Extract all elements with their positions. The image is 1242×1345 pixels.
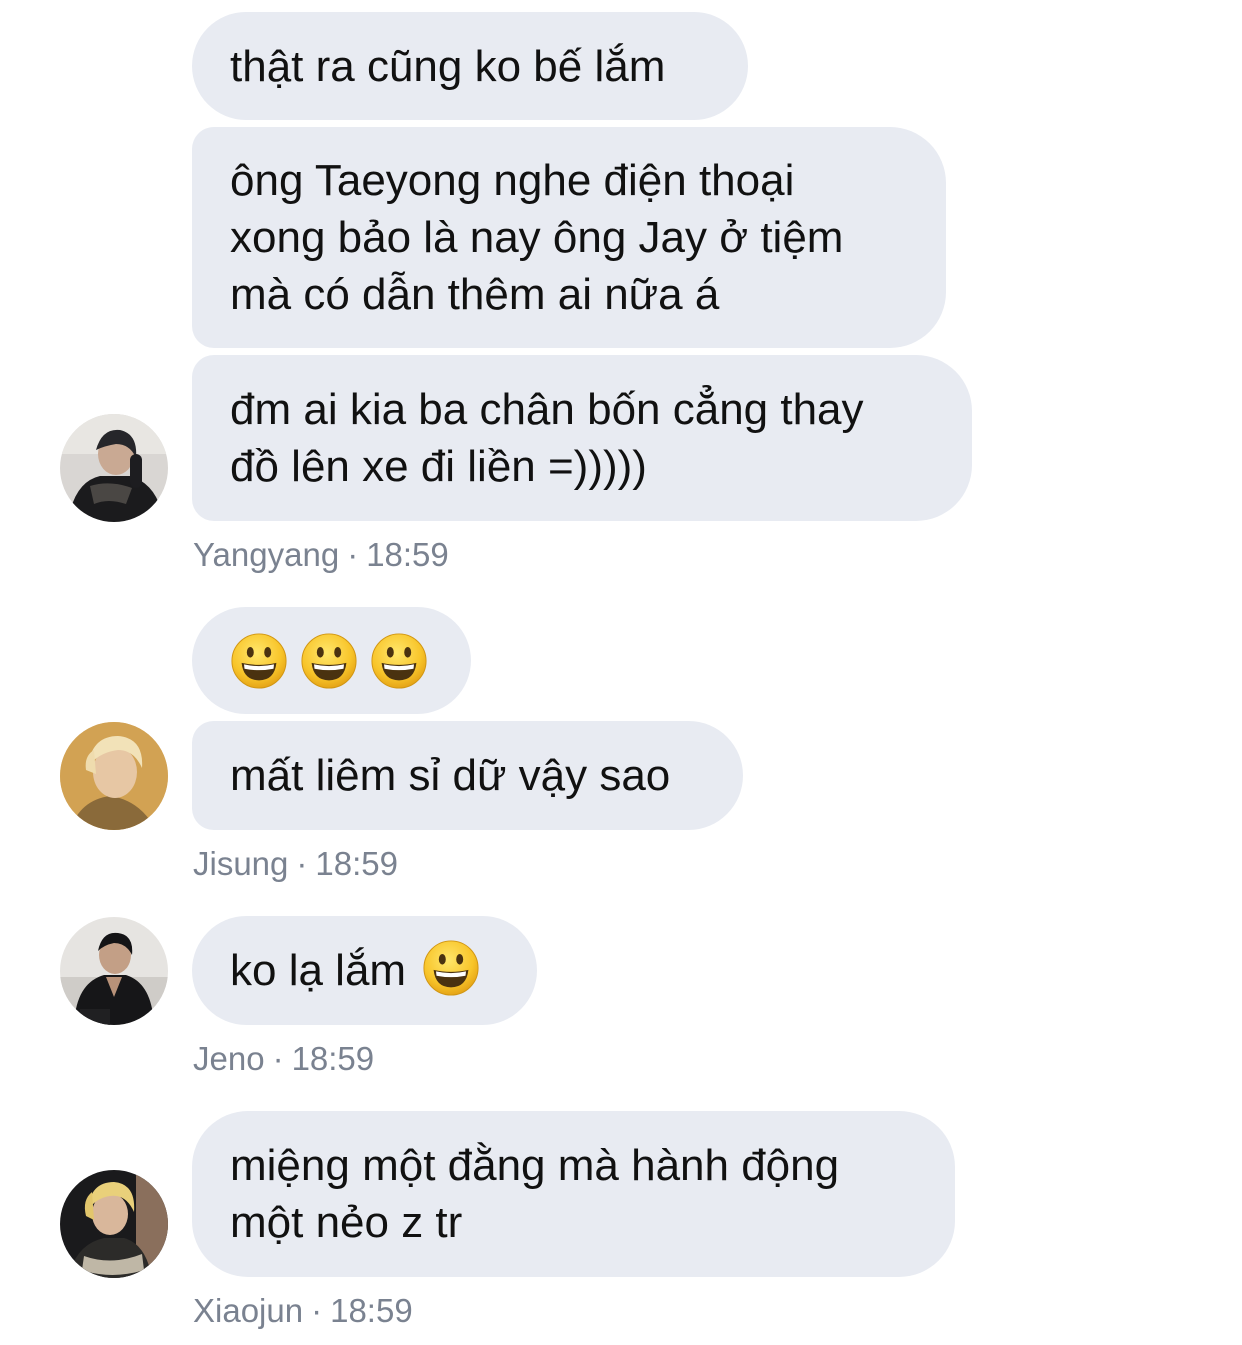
message-text: mà có dẫn thêm ai nữa á [230, 270, 720, 319]
sender-name: Jeno [193, 1040, 265, 1077]
meta-separator: · [311, 1292, 323, 1329]
grinning-face-emoji [300, 632, 358, 690]
message-text: đm ai kia ba chân bốn cẳng thay [230, 385, 864, 434]
sender-name: Jisung [193, 845, 289, 882]
avatar-yangyang[interactable] [60, 414, 168, 522]
meta-separator: · [296, 845, 308, 882]
message-text: ko lạ lắm [230, 946, 407, 995]
meta-separator: · [272, 1040, 284, 1077]
message-text: miệng một đằng mà hành động [230, 1141, 840, 1190]
message-text: ông Taeyong nghe điện thoại [230, 156, 795, 205]
meta-separator: · [347, 536, 359, 573]
message-bubble[interactable]: ko lạ lắm [192, 916, 537, 1025]
message-bubble[interactable]: mất liêm sỉ dữ vậy sao [192, 721, 743, 830]
grinning-face-emoji [422, 939, 480, 997]
emoji-row [230, 632, 433, 690]
message-time: 18:59 [366, 536, 449, 573]
emoji-message-bubble[interactable] [192, 607, 471, 714]
avatar-xiaojun[interactable] [60, 1170, 168, 1278]
avatar-jisung[interactable] [60, 722, 168, 830]
avatar-jeno[interactable] [60, 917, 168, 1025]
grinning-face-emoji [230, 632, 288, 690]
message-meta: Xiaojun · 18:59 [193, 1292, 413, 1330]
message-text: mất liêm sỉ dữ vậy sao [230, 751, 671, 800]
message-time: 18:59 [291, 1040, 375, 1077]
grinning-face-emoji [370, 632, 428, 690]
message-bubble[interactable]: ông Taeyong nghe điện thoại xong bảo là … [192, 127, 946, 348]
message-bubble[interactable]: thật ra cũng ko bế lắm [192, 12, 748, 120]
message-text: đồ lên xe đi liền =))))) [230, 442, 647, 491]
sender-name: Yangyang [193, 536, 340, 573]
message-time: 18:59 [315, 845, 398, 882]
message-meta: Jeno · 18:59 [193, 1040, 374, 1078]
message-bubble[interactable]: đm ai kia ba chân bốn cẳng thay đồ lên x… [192, 355, 972, 521]
sender-name: Xiaojun [193, 1292, 304, 1329]
message-text: thật ra cũng ko bế lắm [230, 41, 666, 91]
message-text: một nẻo z tr [230, 1198, 463, 1247]
message-meta: Yangyang · 18:59 [193, 536, 449, 574]
message-bubble[interactable]: miệng một đằng mà hành động một nẻo z tr [192, 1111, 955, 1277]
message-text: xong bảo là nay ông Jay ở tiệm [230, 213, 844, 262]
message-time: 18:59 [330, 1292, 413, 1329]
message-meta: Jisung · 18:59 [193, 845, 398, 883]
